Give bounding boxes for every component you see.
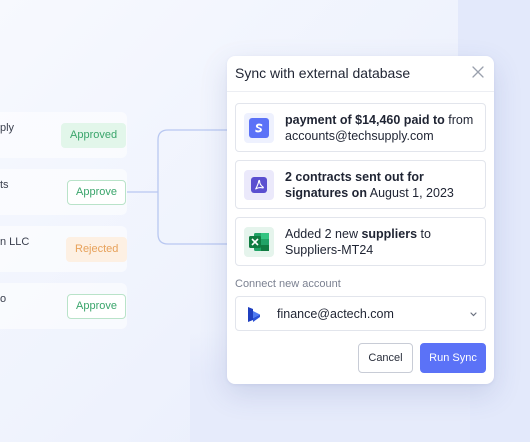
sync-item-text: 2 contracts sent out for signatures on A… xyxy=(285,169,481,201)
run-sync-button[interactable]: Run Sync xyxy=(420,343,486,373)
approve-button[interactable]: Approve xyxy=(67,294,126,319)
approve-button[interactable]: Approve xyxy=(67,180,126,205)
sync-item-suppliers: Added 2 new suppliers to Suppliers-MT24 xyxy=(235,217,486,266)
sync-dialog: Sync with external database payment of $… xyxy=(227,56,494,384)
dialog-title: Sync with external database xyxy=(235,65,411,81)
dynamics-logo-icon xyxy=(248,307,260,322)
list-row: n LLC Rejected xyxy=(0,226,128,272)
excel-icon xyxy=(244,227,274,257)
account-select[interactable]: finance@actech.com xyxy=(235,296,486,331)
stripe-s-icon xyxy=(244,113,274,143)
sync-item-text: Added 2 new suppliers to Suppliers-MT24 xyxy=(285,226,481,258)
row-text: ply xyxy=(0,122,15,134)
row-text: n LLC xyxy=(0,236,30,248)
sync-item-text: payment of $14,460 paid to from accounts… xyxy=(285,112,481,144)
item-bold-text: suppliers xyxy=(361,227,418,241)
item-rest-text: August 1, 2023 xyxy=(366,186,454,200)
list-row: o Approve xyxy=(0,283,127,329)
sync-item-contracts: 2 contracts sent out for signatures on A… xyxy=(235,160,486,209)
item-pre-text: Added 2 new xyxy=(285,227,362,241)
cancel-button[interactable]: Cancel xyxy=(358,343,413,373)
list-row: ply Approved xyxy=(0,112,127,158)
account-value: finance@actech.com xyxy=(277,307,394,321)
row-text: o xyxy=(0,293,7,305)
row-text: ts xyxy=(0,179,9,191)
chevron-down-icon xyxy=(470,312,477,317)
connect-account-label: Connect new account xyxy=(235,278,341,290)
pdf-document-icon xyxy=(244,170,274,200)
status-badge: Rejected xyxy=(66,237,128,262)
sync-item-payment: payment of $14,460 paid to from accounts… xyxy=(235,103,486,152)
list-row: ts Approve xyxy=(0,169,127,215)
status-badge: Approved xyxy=(61,123,127,148)
divider xyxy=(227,91,494,92)
item-bold-text: payment of $14,460 paid to xyxy=(285,113,445,127)
close-icon[interactable] xyxy=(472,66,484,78)
